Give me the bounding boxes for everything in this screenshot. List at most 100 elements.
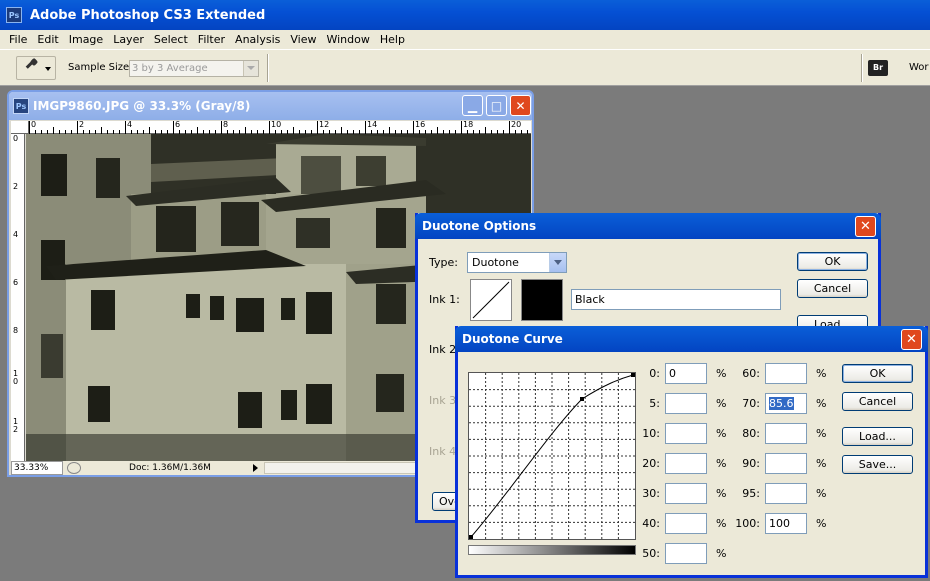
zoom-field[interactable]: 33.33% [11,461,63,475]
menu-filter[interactable]: Filter [193,33,230,46]
ruler-h-label: 20 [511,120,522,129]
ruler-v-label: 4 [13,230,19,239]
menu-bar: File Edit Image Layer Select Filter Anal… [0,30,930,49]
curve-left_col-label: 5: [649,397,660,410]
close-button[interactable]: ✕ [510,95,531,116]
curve-point-70 [580,397,584,401]
type-value: Duotone [472,256,519,269]
ruler-h-label: 6 [175,120,181,129]
menu-analysis[interactable]: Analysis [230,33,285,46]
navigator-icon[interactable] [67,462,81,474]
duotone-curve-title-bar[interactable]: Duotone Curve [455,326,928,352]
percent-label: % [716,367,727,380]
divider [267,54,269,82]
percent-label: % [716,457,727,470]
maximize-button[interactable]: □ [486,95,507,116]
menu-image[interactable]: Image [64,33,108,46]
type-label: Type: [429,256,458,269]
percent-label: % [716,427,727,440]
ruler-v-label: 2 [13,182,19,191]
bridge-icon[interactable]: Br [868,60,888,76]
menu-select[interactable]: Select [149,33,193,46]
ruler-v-label: 0 [13,134,19,143]
curve-left_col-label: 0: [649,367,660,380]
curve-right_col-field[interactable] [765,363,807,384]
duotone-options-title-bar[interactable]: Duotone Options [415,213,881,239]
ink1-color-swatch[interactable] [521,279,563,321]
close-button[interactable]: ✕ [901,329,922,350]
doc-size-info: Doc: 1.36M/1.36M [129,463,211,473]
ok-button[interactable]: OK [842,364,913,383]
divider [861,54,863,82]
ps-icon: Ps [6,7,22,23]
percent-label: % [816,367,827,380]
curve-right_col-label: 70: [742,397,760,410]
ink1-curve-swatch[interactable] [470,279,512,321]
curve-left_col-field[interactable] [665,483,707,504]
curve-left_col-field[interactable] [665,393,707,414]
curve-left_col-field[interactable]: 0 [665,363,707,384]
curve-right_col-label: 100: [735,517,760,530]
menu-help[interactable]: Help [375,33,410,46]
menu-edit[interactable]: Edit [32,33,63,46]
horizontal-ruler[interactable]: 0 2 4 6 8 10 12 14 16 18 20 [29,120,531,134]
curve-graph[interactable] [468,372,636,540]
ruler-h-label: 18 [463,120,474,129]
curve-left_col-field[interactable] [665,543,707,564]
curve-right_col-field[interactable] [765,483,807,504]
ok-button[interactable]: OK [797,252,868,271]
ruler-h-label: 2 [79,120,85,129]
save-button[interactable]: Save... [842,455,913,474]
ruler-h-label: 10 [271,120,282,129]
ruler-h-label: 12 [319,120,330,129]
ruler-h-label: 16 [415,120,426,129]
ruler-v-label: 1 0 [13,369,19,386]
curve-plot [469,373,635,539]
curve-left_col-field[interactable] [665,513,707,534]
cancel-button[interactable]: Cancel [842,392,913,411]
curve-right_col-label: 60: [742,367,760,380]
curve-field-value: 0 [669,367,676,380]
ruler-v-label: 1 2 [13,417,19,434]
curve-right_col-field[interactable] [765,453,807,474]
tool-preset-picker[interactable] [16,56,56,80]
percent-label: % [816,427,827,440]
ink1-name-field[interactable]: Black [571,289,781,310]
ruler-origin[interactable] [11,121,29,134]
status-menu-arrow[interactable] [253,464,258,472]
percent-label: % [716,397,727,410]
curve-left_col-field[interactable] [665,423,707,444]
curve-right_col-label: 90: [742,457,760,470]
vertical-ruler[interactable]: 0 2 4 6 8 1 0 1 2 [11,134,25,461]
chevron-down-icon [243,61,258,76]
type-select[interactable]: Duotone [467,252,567,273]
document-title-bar[interactable]: Ps IMGP9860.JPG @ 33.3% (Gray/8) [9,92,532,120]
curve-left_col-field[interactable] [665,453,707,474]
ink1-label: Ink 1: [429,293,460,306]
curve-right_col-field[interactable]: 100 [765,513,807,534]
menu-window[interactable]: Window [321,33,374,46]
dialog-title: Duotone Options [422,219,537,233]
ruler-h-label: 0 [31,120,37,129]
sample-size-select[interactable]: 3 by 3 Average [129,60,259,77]
curve-field-value: 85.6 [769,397,794,410]
dialog-title: Duotone Curve [462,332,563,346]
menu-layer[interactable]: Layer [108,33,149,46]
menu-view[interactable]: View [285,33,321,46]
minimize-button[interactable]: ▁ [462,95,483,116]
close-button[interactable]: ✕ [855,216,876,237]
curve-right_col-field[interactable] [765,423,807,444]
curve-left_col-label: 20: [642,457,660,470]
ruler-h-label: 8 [223,120,229,129]
options-bar: Sample Size: 3 by 3 Average Br Wor [0,49,930,86]
load-button[interactable]: Load... [842,427,913,446]
chevron-down-icon [45,67,51,71]
ruler-v-label: 6 [13,278,19,287]
curve-right_col-field[interactable]: 85.6 [765,393,807,414]
curve-left_col-label: 30: [642,487,660,500]
workspace-label[interactable]: Wor [909,62,929,73]
ruler-v-label: 8 [13,326,19,335]
cancel-button[interactable]: Cancel [797,279,868,298]
curve-right_col-label: 95: [742,487,760,500]
menu-file[interactable]: File [4,33,32,46]
